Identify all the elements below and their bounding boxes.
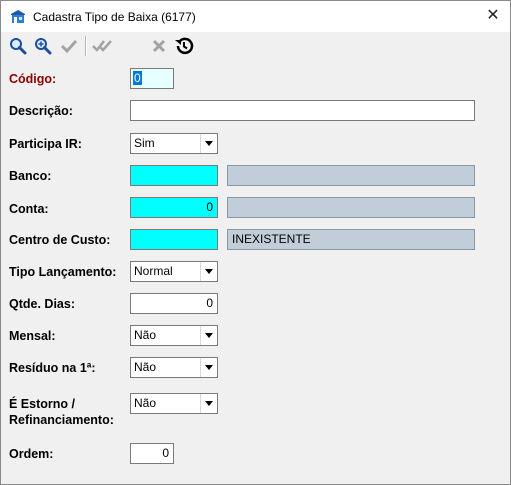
toolbar bbox=[1, 32, 510, 60]
title-bar: Cadastra Tipo de Baixa (6177) ✕ bbox=[1, 1, 510, 32]
toolbar-separator bbox=[85, 36, 87, 56]
chevron-down-icon[interactable] bbox=[200, 262, 217, 281]
banco-label: Banco: bbox=[9, 169, 52, 183]
qtde-dias-label: Qtde. Dias: bbox=[9, 297, 75, 311]
chevron-down-icon[interactable] bbox=[200, 134, 217, 153]
conta-name-field bbox=[227, 197, 475, 218]
descricao-field[interactable] bbox=[130, 100, 475, 121]
window-title: Cadastra Tipo de Baixa (6177) bbox=[33, 10, 196, 24]
close-button[interactable]: ✕ bbox=[480, 4, 506, 28]
descricao-label: Descrição: bbox=[9, 104, 73, 118]
delete-x-icon[interactable] bbox=[148, 35, 170, 57]
chevron-down-icon[interactable] bbox=[200, 394, 217, 413]
codigo-value: 0 bbox=[133, 71, 142, 85]
conta-code-field[interactable]: 0 bbox=[130, 197, 218, 218]
ordem-label: Ordem: bbox=[9, 447, 54, 461]
participa-ir-select[interactable]: Sim bbox=[130, 133, 218, 154]
mensal-select[interactable]: Não bbox=[130, 325, 218, 346]
codigo-label: Código: bbox=[9, 72, 57, 86]
tipo-lancamento-select[interactable]: Normal bbox=[130, 261, 218, 282]
residuo-value: Não bbox=[134, 360, 157, 374]
centro-custo-name-field: INEXISTENTE bbox=[227, 229, 475, 250]
tipo-lancamento-label: Tipo Lançamento: bbox=[9, 265, 117, 279]
estorno-value: Não bbox=[134, 396, 157, 410]
ordem-field[interactable]: 0 bbox=[130, 443, 174, 464]
participa-ir-label: Participa IR: bbox=[9, 137, 82, 151]
search-plus-icon[interactable] bbox=[32, 35, 54, 57]
participa-ir-value: Sim bbox=[134, 136, 155, 150]
dialog-window: Cadastra Tipo de Baixa (6177) ✕ Código: … bbox=[0, 0, 511, 485]
qtde-dias-field[interactable]: 0 bbox=[130, 293, 218, 314]
mensal-label: Mensal: bbox=[9, 329, 56, 343]
residuo-select[interactable]: Não bbox=[130, 357, 218, 378]
app-icon bbox=[11, 10, 25, 23]
centro-custo-code-field[interactable] bbox=[130, 229, 218, 250]
estorno-label-line2: Refinanciamento: bbox=[9, 413, 114, 427]
history-icon[interactable] bbox=[173, 35, 195, 57]
conta-label: Conta: bbox=[9, 202, 49, 216]
search-icon[interactable] bbox=[7, 35, 29, 57]
codigo-field[interactable]: 0 bbox=[130, 68, 174, 89]
estorno-select[interactable]: Não bbox=[130, 393, 218, 414]
mensal-value: Não bbox=[134, 328, 157, 342]
chevron-down-icon[interactable] bbox=[200, 326, 217, 345]
residuo-label: Resíduo na 1ª: bbox=[9, 361, 96, 375]
double-check-icon[interactable] bbox=[91, 35, 113, 57]
check-icon[interactable] bbox=[58, 35, 80, 57]
chevron-down-icon[interactable] bbox=[200, 358, 217, 377]
estorno-label-line1: É Estorno / bbox=[9, 397, 75, 411]
banco-name-field bbox=[227, 165, 475, 186]
centro-custo-label: Centro de Custo: bbox=[9, 233, 111, 247]
tipo-lancamento-value: Normal bbox=[134, 264, 173, 278]
banco-code-field[interactable] bbox=[130, 165, 218, 186]
